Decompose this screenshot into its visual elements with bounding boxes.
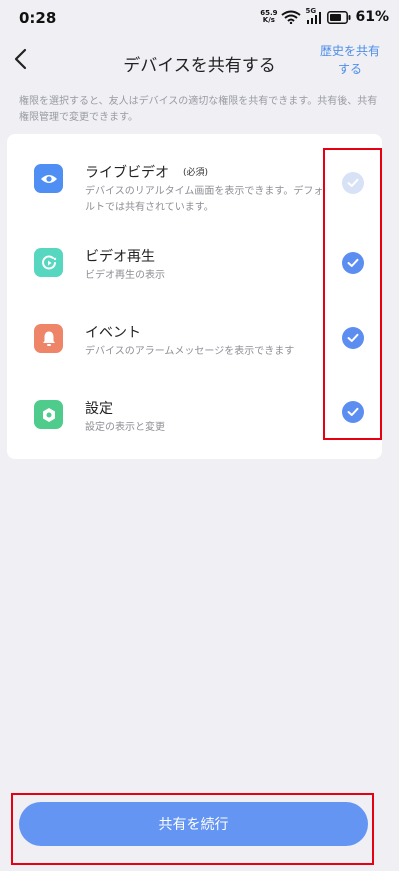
permission-title: ライブビデオ (必須): [85, 165, 209, 181]
network-speed-unit: K/s: [262, 16, 275, 24]
permission-item-video-playback[interactable]: ビデオ再生 ビデオ再生の表示: [7, 242, 382, 302]
permission-item-settings[interactable]: 設定 設定の表示と変更: [7, 394, 382, 454]
history-link-line2: する: [337, 62, 362, 76]
permission-item-live-video[interactable]: ライブビデオ (必須) デバイスのリアルタイム画面を表示できます。デフォルトでは共…: [7, 158, 382, 218]
permission-title: 設定: [85, 401, 113, 417]
status-icons: 65.9 K/s 5G 61%: [260, 7, 389, 25]
playback-icon: [34, 248, 63, 277]
permission-desc: デバイスのリアルタイム画面を表示できます。デフォルトでは共有されています。: [85, 186, 324, 213]
permission-desc: デバイスのアラームメッセージを表示できます: [85, 346, 295, 357]
status-bar: 0:28 65.9 K/s 5G 61%: [0, 0, 399, 36]
permission-desc: 設定の表示と変更: [85, 422, 165, 433]
required-tag: (必須): [183, 168, 209, 178]
check-icon: [342, 252, 364, 274]
permission-desc: ビデオ再生の表示: [85, 270, 165, 281]
signal-type-label: 5G: [305, 7, 317, 15]
permission-item-event[interactable]: イベント デバイスのアラームメッセージを表示できます: [7, 318, 382, 378]
check-icon: [342, 327, 364, 349]
permission-title: ビデオ再生: [85, 249, 155, 265]
history-link-line1: 歴史を共有: [319, 44, 380, 58]
header: デバイスを共有する 歴史を共有 する: [0, 36, 399, 88]
cellular-signal-icon: 5G: [305, 7, 323, 24]
battery-percentage: 61%: [355, 9, 389, 25]
check-icon: [342, 172, 364, 194]
wifi-icon: [281, 10, 302, 24]
eye-icon: [34, 164, 63, 193]
status-time: 0:28: [19, 9, 57, 27]
permission-list: ライブビデオ (必須) デバイスのリアルタイム画面を表示できます。デフォルトでは共…: [7, 134, 382, 459]
permission-description: 権限を選択すると、友人はデバイスの適切な権限を共有できます。共有後、共有権限管理…: [19, 96, 378, 123]
bell-icon: [34, 324, 63, 353]
check-icon: [342, 401, 364, 423]
history-share-link[interactable]: 歴史を共有 する: [315, 42, 385, 78]
network-speed: 65.9 K/s: [260, 10, 277, 24]
settings-icon: [34, 400, 63, 429]
battery-icon: [327, 10, 351, 24]
continue-sharing-button[interactable]: 共有を続行: [19, 802, 368, 846]
permission-title: イベント: [85, 325, 141, 341]
